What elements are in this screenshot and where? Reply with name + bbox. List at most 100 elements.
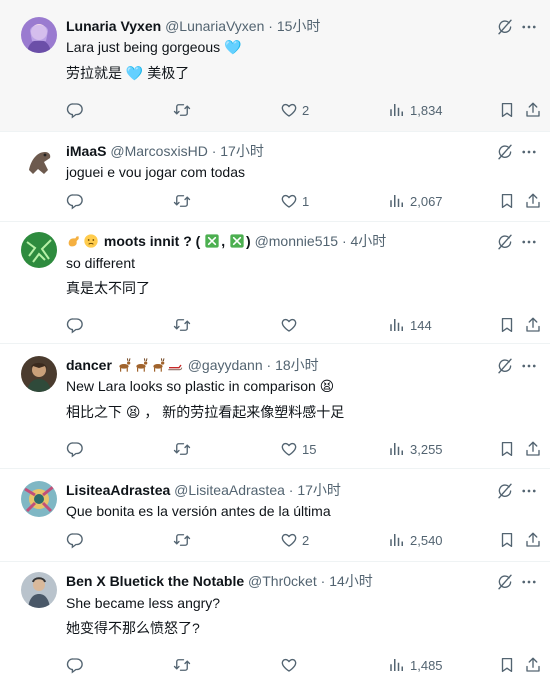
avatar[interactable] [21,17,57,53]
tweet[interactable]: moots innit ? ( , ) @monnie515 · 4小时 so … [0,222,550,344]
tweet-header: moots innit ? ( , ) @monnie515 · 4小时 [66,232,480,250]
more-icon[interactable] [520,357,538,375]
like-button[interactable] [280,315,302,335]
bookmark-button[interactable] [498,439,516,459]
more-icon[interactable] [520,482,538,500]
separator-dot: · [288,482,294,498]
bookmark-button[interactable] [498,191,516,211]
grok-icon[interactable] [496,143,514,161]
like-button[interactable]: 15 [280,439,316,459]
reply-button[interactable] [66,315,88,335]
views-icon [388,316,406,334]
handle[interactable]: @LisiteaAdrastea [174,482,285,498]
tweet-text-translation: 相比之下 😫 ， 新的劳拉看起来像塑料感十足 [66,404,345,420]
tweet-text-line: She became less angry? [66,595,221,611]
tweet[interactable]: Lunaria Vyxen @LunariaVyxen · 15小时 Lara … [0,0,550,132]
bookmark-button[interactable] [498,315,516,335]
views-button[interactable]: 1,834 [388,100,443,120]
display-name-suffix: ) [246,233,251,249]
display-name[interactable]: Lunaria Vyxen [66,18,161,34]
avatar[interactable] [21,356,57,392]
timestamp[interactable]: 4小时 [351,233,387,249]
avatar[interactable] [21,572,57,608]
share-button[interactable] [524,100,542,120]
bookmark-button[interactable] [498,530,516,550]
reply-icon [66,192,84,210]
display-name[interactable]: iMaaS [66,143,106,159]
tweet[interactable]: dancer @gayydann · 18小时 New Lara looks s… [0,344,550,469]
more-icon[interactable] [520,573,538,591]
reply-button[interactable] [66,100,88,120]
grok-icon[interactable] [496,357,514,375]
retweet-button[interactable] [173,100,195,120]
avatar[interactable] [21,142,57,178]
grok-icon[interactable] [496,233,514,251]
grok-icon[interactable] [496,573,514,591]
reply-button[interactable] [66,655,88,675]
grok-icon[interactable] [496,18,514,36]
handle[interactable]: @LunariaVyxen [165,18,264,34]
reply-button[interactable] [66,530,88,550]
handle[interactable]: @MarcosxisHD [110,143,207,159]
reply-button[interactable] [66,191,88,211]
reply-button[interactable] [66,439,88,459]
timestamp[interactable]: 17小时 [297,482,341,498]
like-button[interactable] [280,655,302,675]
handle[interactable]: @Thr0cket [248,573,317,589]
avatar[interactable] [21,232,57,268]
views-button[interactable]: 3,255 [388,439,443,459]
tweet[interactable]: LisiteaAdrastea @LisiteaAdrastea · 17小时 … [0,469,550,562]
timestamp[interactable]: 15小时 [277,18,321,34]
share-button[interactable] [524,530,542,550]
sled-emoji-icon [167,357,183,373]
views-button[interactable]: 2,540 [388,530,443,550]
display-name[interactable]: moots innit ? ( [104,233,200,249]
more-icon[interactable] [520,233,538,251]
separator-dot: · [211,143,217,159]
timestamp[interactable]: 17小时 [220,143,264,159]
share-icon [524,656,542,674]
retweet-icon [173,440,191,458]
share-button[interactable] [524,191,542,211]
more-icon[interactable] [520,143,538,161]
share-icon [524,316,542,334]
tweet-actions: 2 1,834 [66,100,540,120]
display-name[interactable]: Ben X Bluetick the Notable [66,573,244,589]
retweet-button[interactable] [173,439,195,459]
share-button[interactable] [524,315,542,335]
share-button[interactable] [524,655,542,675]
tweet-actions: 1,485 [66,655,540,675]
views-button[interactable]: 2,067 [388,191,443,211]
tweet[interactable]: iMaaS @MarcosxisHD · 17小时 joguei e vou j… [0,132,550,222]
tweet-header: LisiteaAdrastea @LisiteaAdrastea · 17小时 [66,481,480,499]
timestamp[interactable]: 18小时 [275,357,319,373]
share-icon [524,101,542,119]
tweet-header: Lunaria Vyxen @LunariaVyxen · 15小时 [66,17,480,35]
share-icon [524,440,542,458]
like-button[interactable]: 1 [280,191,309,211]
avatar[interactable] [21,481,57,517]
like-button[interactable]: 2 [280,100,309,120]
retweet-button[interactable] [173,530,195,550]
bookmark-button[interactable] [498,100,516,120]
more-icon[interactable] [520,18,538,36]
retweet-button[interactable] [173,191,195,211]
views-button[interactable]: 1,485 [388,655,443,675]
share-icon [524,531,542,549]
share-button[interactable] [524,439,542,459]
timestamp[interactable]: 14小时 [329,573,373,589]
views-count: 144 [410,317,432,333]
handle[interactable]: @gayydann [188,357,263,373]
display-name[interactable]: LisiteaAdrastea [66,482,170,498]
display-name[interactable]: dancer [66,357,112,373]
bookmark-button[interactable] [498,655,516,675]
like-icon [280,531,298,549]
views-button[interactable]: 144 [388,315,432,335]
handle[interactable]: @monnie515 [255,233,339,249]
like-button[interactable]: 2 [280,530,309,550]
tweet[interactable]: Ben X Bluetick the Notable @Thr0cket · 1… [0,562,550,677]
retweet-button[interactable] [173,655,195,675]
retweet-button[interactable] [173,315,195,335]
grok-icon[interactable] [496,482,514,500]
separator-dot: · [266,357,272,373]
